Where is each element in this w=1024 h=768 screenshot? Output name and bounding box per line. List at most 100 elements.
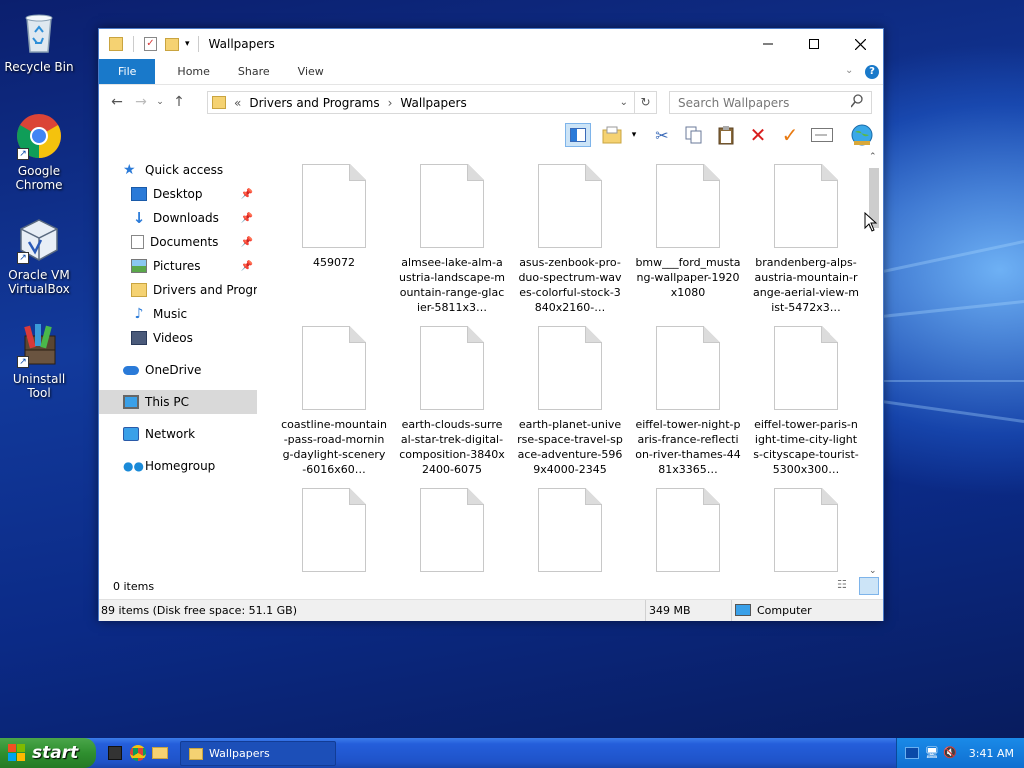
address-dropdown-icon[interactable]: ⌄ — [620, 97, 628, 108]
pin-icon[interactable]: 📌 — [241, 213, 253, 224]
file-item[interactable]: almsee-lake-alm-austria-landscape-mounta… — [393, 164, 511, 315]
file-item[interactable]: eiffel-tower-night-paris-france-reflecti… — [629, 326, 747, 477]
tray-app-icon[interactable] — [905, 747, 919, 759]
close-button[interactable] — [837, 29, 883, 59]
file-icon — [538, 326, 602, 410]
nav-network[interactable]: Network — [99, 422, 257, 446]
breadcrumb-item[interactable]: Drivers and Programs — [249, 96, 379, 110]
search-icon[interactable] — [850, 94, 863, 111]
tab-file[interactable]: File — [99, 59, 156, 84]
nav-item-documents[interactable]: Documents 📌 — [99, 230, 257, 254]
nav-quick-access[interactable]: ★ Quick access — [99, 158, 257, 182]
file-item[interactable]: earth-clouds-surreal-star-trek-digital-c… — [393, 326, 511, 477]
properties-icon[interactable]: ✓ — [144, 37, 157, 51]
checkmark-icon[interactable]: ✓ — [777, 123, 803, 147]
nav-this-pc[interactable]: This PC — [99, 390, 257, 414]
paste-icon[interactable] — [713, 123, 739, 147]
search-input[interactable]: Search Wallpapers — [669, 91, 872, 114]
file-list: 459072 almsee-lake-alm-austria-landscape… — [269, 152, 869, 576]
delete-icon[interactable]: ✕ — [745, 123, 771, 147]
file-item[interactable]: brandenberg-alps-austria-mountain-range-… — [747, 164, 865, 315]
cut-icon[interactable]: ✂ — [649, 123, 675, 147]
desktop-icon-chrome[interactable]: ↗ Google Chrome — [0, 112, 78, 192]
breadcrumb-separator[interactable]: › — [388, 96, 393, 110]
file-item[interactable]: eiffel-tower-paris-night-time-city-light… — [747, 326, 865, 477]
homegroup-icon: ●● — [123, 459, 144, 473]
file-item[interactable]: bmw___ford_mustang-wallpaper-1920x1080 — [629, 164, 747, 300]
tab-home[interactable]: Home — [155, 59, 223, 84]
window-title: Wallpapers — [208, 37, 275, 51]
nav-label: Music — [153, 307, 188, 321]
tab-share[interactable]: Share — [224, 59, 284, 84]
ribbon-expand-icon[interactable]: ⌄ — [845, 65, 853, 76]
nav-item-pictures[interactable]: Pictures 📌 — [99, 254, 257, 278]
clock[interactable]: 3:41 AM — [969, 747, 1014, 760]
navigation-pane: ★ Quick access Desktop 📌 ↓ Downloads 📌 D… — [99, 152, 257, 582]
nav-item-downloads[interactable]: ↓ Downloads 📌 — [99, 206, 257, 230]
preview-pane-icon[interactable] — [565, 123, 591, 147]
quicklaunch-chrome-icon[interactable] — [130, 745, 146, 761]
desktop-icon-recycle-bin[interactable]: Recycle Bin — [0, 8, 78, 74]
minimize-button[interactable] — [745, 29, 791, 59]
file-item[interactable]: 459072 — [275, 164, 393, 270]
rename-icon[interactable] — [809, 123, 835, 147]
windows-logo-icon — [8, 744, 26, 762]
desktop-icon-uninstall-tool[interactable]: ↗ Uninstall Tool — [0, 320, 78, 400]
nav-item-videos[interactable]: Videos — [99, 326, 257, 350]
large-icons-view-icon[interactable] — [859, 577, 879, 595]
start-button[interactable]: start — [0, 738, 96, 768]
taskbar-item-wallpapers[interactable]: Wallpapers — [180, 741, 336, 766]
forward-button[interactable]: → — [129, 94, 153, 110]
desktop-icon-label: Uninstall Tool — [12, 372, 66, 400]
tab-view[interactable]: View — [284, 59, 338, 84]
volume-muted-icon[interactable]: 🔇 — [943, 746, 957, 759]
up-button[interactable]: ↑ — [167, 94, 191, 110]
refresh-icon[interactable]: ↻ — [634, 92, 656, 113]
scroll-up-icon[interactable]: ⌃ — [869, 152, 877, 162]
back-button[interactable]: ← — [105, 94, 129, 110]
file-item[interactable]: earth-planet-universe-space-travel-space… — [511, 326, 629, 477]
file-item[interactable]: asus-zenbook-pro-duo-spectrum-waves-colo… — [511, 164, 629, 315]
pin-icon[interactable]: 📌 — [241, 189, 253, 200]
new-folder-icon[interactable] — [165, 37, 179, 51]
file-item[interactable] — [275, 488, 393, 576]
file-item[interactable] — [393, 488, 511, 576]
nav-label: OneDrive — [145, 363, 202, 377]
copy-icon[interactable] — [681, 123, 707, 147]
shortcut-arrow-icon: ↗ — [17, 148, 29, 160]
breadcrumb-overflow[interactable]: « — [234, 96, 241, 110]
quicklaunch-explorer-icon[interactable] — [152, 747, 168, 759]
nav-label: Homegroup — [145, 459, 216, 473]
help-icon[interactable]: ? — [865, 65, 879, 79]
file-item[interactable] — [629, 488, 747, 576]
file-item[interactable] — [747, 488, 865, 576]
nav-item-music[interactable]: ♪ Music — [99, 302, 257, 326]
details-view-icon[interactable]: ☷ — [837, 578, 853, 594]
quicklaunch-app-icon[interactable] — [108, 746, 122, 760]
chevron-down-icon[interactable]: ▾ — [627, 123, 641, 147]
nav-homegroup[interactable]: ●● Homegroup — [99, 454, 257, 478]
file-item[interactable] — [511, 488, 629, 576]
file-icon — [302, 164, 366, 248]
folder-icon — [212, 96, 226, 109]
pin-icon[interactable]: 📌 — [241, 237, 253, 248]
file-name: asus-zenbook-pro-duo-spectrum-waves-colo… — [518, 256, 622, 314]
system-tray: 🖥 🔇 3:41 AM — [896, 738, 1024, 768]
recent-locations-button[interactable]: ⌄ — [153, 97, 167, 107]
change-view-icon[interactable] — [599, 123, 625, 147]
maximize-button[interactable] — [791, 29, 837, 59]
title-bar[interactable]: ✓ ▾ Wallpapers — [99, 29, 883, 59]
file-item[interactable]: coastline-mountain-pass-road-morning-day… — [275, 326, 393, 477]
chevron-down-icon[interactable]: ▾ — [185, 39, 190, 49]
pin-icon[interactable]: 📌 — [241, 261, 253, 272]
file-name: earth-planet-universe-space-travel-space… — [517, 418, 623, 476]
globe-icon[interactable] — [849, 123, 875, 147]
desktop-icon-virtualbox[interactable]: ↗ Oracle VM VirtualBox — [0, 216, 78, 296]
nav-label: Desktop — [153, 187, 203, 201]
address-bar[interactable]: « Drivers and Programs › Wallpapers ⌄ ↻ — [207, 91, 657, 114]
nav-onedrive[interactable]: OneDrive — [99, 358, 257, 382]
breadcrumb-item[interactable]: Wallpapers — [400, 96, 466, 110]
network-status-icon[interactable]: 🖥 — [925, 746, 939, 759]
nav-item-drivers-and-programs[interactable]: Drivers and Programs — [99, 278, 257, 302]
nav-item-desktop[interactable]: Desktop 📌 — [99, 182, 257, 206]
